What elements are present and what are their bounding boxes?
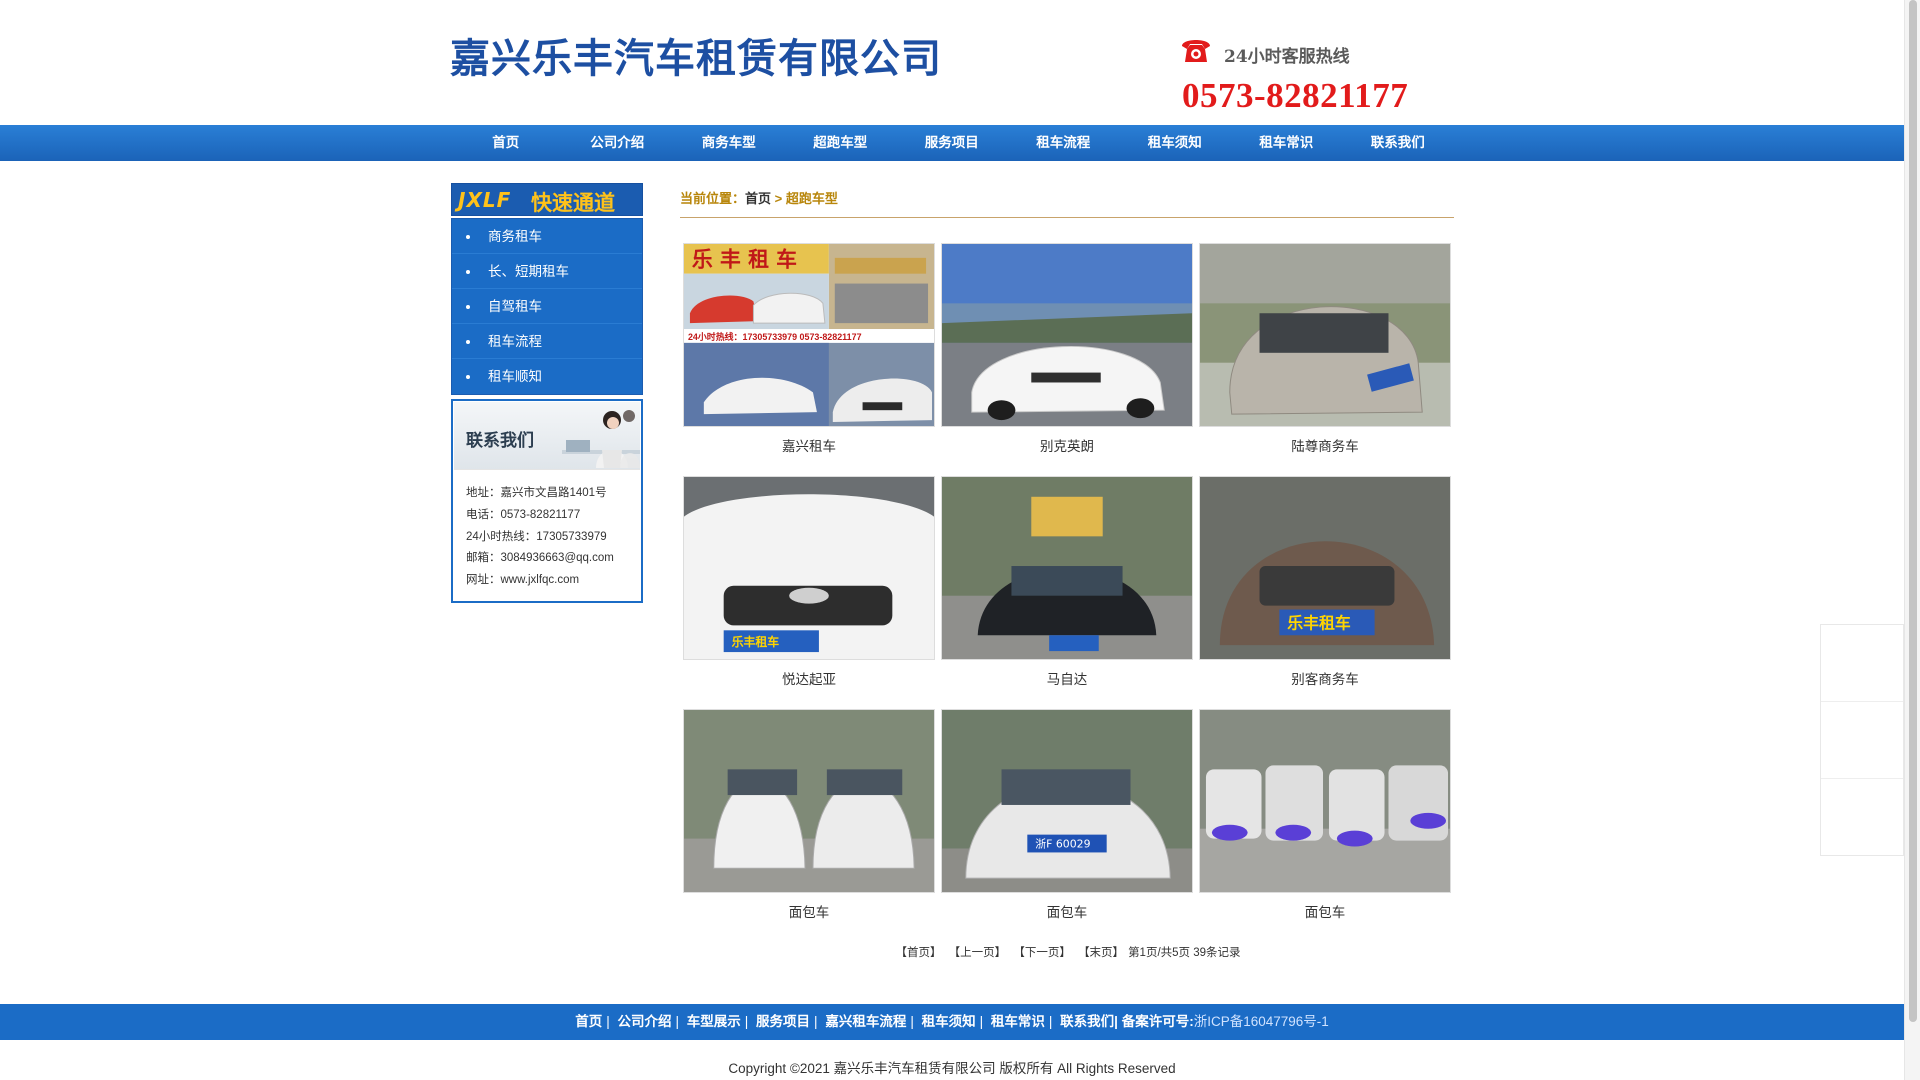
product-name[interactable]: 陆尊商务车 (1199, 435, 1451, 455)
footer-link-tips[interactable]: 租车常识 (991, 1014, 1045, 1029)
sidebar-item-rental-process[interactable]: 租车流程 (452, 324, 642, 359)
scrollbar-thumb[interactable] (1909, 0, 1917, 1022)
product-card[interactable]: 别克英朗 (941, 243, 1193, 463)
sidebar-item-long-short-rental[interactable]: 长、短期租车 (452, 254, 642, 289)
footer-link-home[interactable]: 首页 (575, 1014, 602, 1029)
quick-channel-list: 商务租车 长、短期租车 自驾租车 租车流程 租车顺知 (451, 218, 643, 395)
footer-link-contact[interactable]: 联系我们 (1060, 1014, 1114, 1029)
contact-title: 联系我们 (466, 431, 534, 450)
product-photo[interactable] (941, 476, 1193, 660)
nav-item-rental-notice[interactable]: 租车须知 (1119, 125, 1231, 161)
sidebar-item-business-rental[interactable]: 商务租车 (452, 219, 642, 254)
hotline-number: 0573-82821177 (1182, 76, 1409, 115)
breadcrumb-current[interactable]: 超跑车型 (786, 191, 838, 206)
product-name[interactable]: 面包车 (941, 901, 1193, 921)
customer-service-illustration (562, 410, 640, 468)
contact-details: 地址：嘉兴市文昌路1401号 电话：0573-82821177 24小时热线：1… (466, 483, 614, 592)
nav-item-services[interactable]: 服务项目 (896, 125, 1008, 161)
photo-sticker-text: 乐丰租车 (1287, 613, 1351, 632)
collage-hotline-text: 24小时热线：17305733979 0573-82821177 (688, 331, 862, 342)
photo-sticker-text: 乐丰租车 (732, 635, 780, 649)
product-photo[interactable] (1199, 709, 1451, 893)
nav-item-about[interactable]: 公司介绍 (562, 125, 674, 161)
nav-item-home[interactable]: 首页 (450, 125, 562, 161)
product-card[interactable]: 面包车 (1199, 709, 1451, 929)
vertical-scrollbar[interactable] (1904, 0, 1920, 1080)
product-card[interactable]: 陆尊商务车 (1199, 243, 1451, 463)
product-name[interactable]: 面包车 (683, 901, 935, 921)
contact-email[interactable]: 邮箱：3084936663@qq.com (466, 548, 614, 570)
product-card[interactable]: 马自达 (941, 476, 1193, 696)
company-logo-text[interactable]: 嘉兴乐丰汽车租赁有限公司 (450, 26, 942, 84)
hotline-title: 24小时客服热线 (1224, 47, 1350, 67)
nav-item-rental-process[interactable]: 租车流程 (1008, 125, 1120, 161)
page: 嘉兴乐丰汽车租赁有限公司 24小时客服热线 0573-82821177 首页 公… (0, 0, 1920, 1080)
product-card[interactable]: 浙F 60029 面包车 (941, 709, 1193, 929)
footer-icp-label: 备案许可号: (1121, 1014, 1194, 1029)
nav-item-sports-cars[interactable]: 超跑车型 (785, 125, 897, 161)
footer-link-process[interactable]: 嘉兴租车流程 (825, 1014, 906, 1029)
contact-phone: 电话：0573-82821177 (466, 508, 581, 521)
pager-last[interactable]: 【末页】 (1078, 947, 1124, 959)
breadcrumb-home[interactable]: 首页 (745, 191, 771, 206)
contact-box: 联系我们 地址：嘉兴市文昌路1401号 电话：0573-82821177 24小… (451, 399, 643, 603)
sidebar-item-rental-notice[interactable]: 租车顺知 (452, 359, 642, 394)
nav-item-contact[interactable]: 联系我们 (1342, 125, 1454, 161)
pager-first[interactable]: 【首页】 (895, 947, 941, 959)
phone-icon (1182, 40, 1210, 62)
breadcrumb-separator: > (771, 191, 786, 206)
sidebar-item-self-drive[interactable]: 自驾租车 (452, 289, 642, 324)
site-header: 嘉兴乐丰汽车租赁有限公司 24小时客服热线 0573-82821177 (0, 0, 1904, 125)
footer-link-services[interactable]: 服务项目 (756, 1014, 810, 1029)
collage-banner-text: 乐 丰 租 车 (692, 248, 797, 272)
nav-item-business-cars[interactable]: 商务车型 (673, 125, 785, 161)
floating-service-panel[interactable] (1820, 624, 1904, 856)
product-photo[interactable] (683, 709, 935, 893)
footer-link-notice[interactable]: 租车须知 (922, 1014, 976, 1029)
product-name[interactable]: 别客商务车 (1199, 668, 1451, 688)
quick-channel-title: 快速通道 (531, 192, 615, 215)
contact-banner: 联系我们 (454, 402, 640, 470)
footer-link-models[interactable]: 车型展示 (687, 1014, 741, 1029)
product-name[interactable]: 马自达 (941, 668, 1193, 688)
contact-website[interactable]: 网址：www.jxlfqc.com (466, 570, 614, 592)
main-nav: 首页 公司介绍 商务车型 超跑车型 服务项目 租车流程 租车须知 租车常识 联系… (0, 125, 1904, 161)
floating-panel-slot[interactable] (1821, 779, 1903, 856)
product-photo[interactable]: 乐丰租车 (683, 476, 935, 660)
floating-panel-slot[interactable] (1821, 702, 1903, 779)
floating-panel-slot[interactable] (1821, 625, 1903, 702)
product-card[interactable]: 乐丰租车 悦达起亚 (683, 476, 935, 696)
product-card[interactable]: 面包车 (683, 709, 935, 929)
sidebar: JXLF 快速通道 商务租车 长、短期租车 自驾租车 租车流程 租车顺知 联系我… (451, 183, 643, 603)
breadcrumb-label: 当前位置： (680, 191, 746, 206)
footer-icp-link[interactable]: 浙ICP备16047796号-1 (1194, 1014, 1329, 1029)
quick-channel-logo: JXLF (458, 188, 512, 212)
product-name[interactable]: 面包车 (1199, 901, 1451, 921)
quick-channel-banner: JXLF 快速通道 (451, 183, 643, 216)
nav-item-rental-tips[interactable]: 租车常识 (1231, 125, 1343, 161)
breadcrumb: 当前位置：首页 > 超跑车型 (680, 188, 1454, 218)
product-photo[interactable]: 浙F 60029 (941, 709, 1193, 893)
pager-status: 第1页/共5页 39条记录 (1128, 947, 1241, 959)
product-name[interactable]: 嘉兴租车 (683, 435, 935, 455)
product-photo[interactable] (1199, 243, 1451, 427)
product-card[interactable]: 乐 丰 租 车 24小时热线：17305733979 0573-82821177… (683, 243, 935, 463)
product-photo-collage[interactable]: 乐 丰 租 车 24小时热线：17305733979 0573-82821177 (683, 243, 935, 427)
product-name[interactable]: 别克英朗 (941, 435, 1193, 455)
pager-next[interactable]: 【下一页】 (1013, 947, 1071, 959)
footer-links: 首页 | 公司介绍 | 车型展示 | 服务项目 | 嘉兴租车流程 | 租车须知 | 租车常识… (0, 1004, 1904, 1040)
product-photo[interactable]: 乐丰租车 (1199, 476, 1451, 660)
contact-address: 地址：嘉兴市文昌路1401号 (466, 487, 607, 499)
product-card[interactable]: 乐丰租车 别客商务车 (1199, 476, 1451, 696)
product-name[interactable]: 悦达起亚 (683, 668, 935, 688)
photo-plate-text: 浙F 60029 (1035, 838, 1090, 851)
copyright: Copyright ©2021 嘉兴乐丰汽车租赁有限公司 版权所有 All Ri… (728, 1061, 1176, 1076)
footer-link-about[interactable]: 公司介绍 (617, 1014, 671, 1029)
pagination: 【首页】 【上一页】 【下一页】 【末页】 第1页/共5页 39条记录 (683, 944, 1453, 960)
product-photo[interactable] (941, 243, 1193, 427)
pager-prev[interactable]: 【上一页】 (949, 947, 1007, 959)
contact-hotline: 24小时热线：17305733979 (466, 530, 607, 543)
